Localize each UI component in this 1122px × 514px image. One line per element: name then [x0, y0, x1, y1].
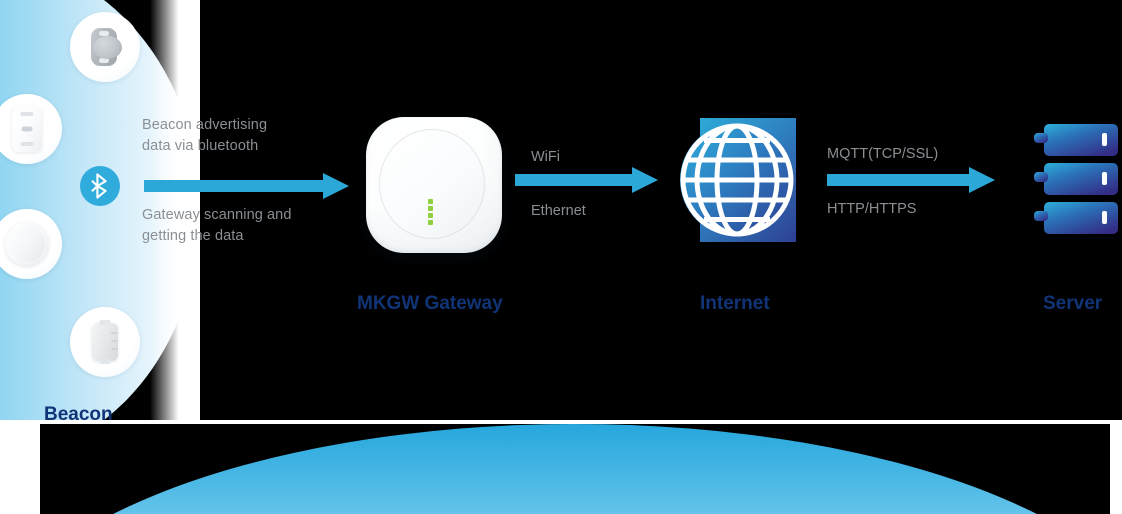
flow-internet-to-server-label-above: MQTT(TCP/SSL)	[827, 146, 939, 162]
access-point-status-leds	[428, 199, 433, 225]
rugged-industrial-beacon-icon	[89, 320, 121, 364]
arrow-internet-to-server	[827, 167, 995, 193]
bottom-dome-panel	[40, 424, 1110, 514]
bluetooth-icon	[80, 166, 120, 206]
gray-round-tag-icon	[85, 27, 125, 67]
node-label-server: Server	[1043, 293, 1103, 314]
flow-internet-to-server-label-below: HTTP/HTTPS	[827, 201, 917, 217]
flow-gateway-to-internet-label-below: Ethernet	[531, 203, 586, 219]
flow-beacon-to-gateway-label-above: Beacon advertising data via bluetooth	[142, 117, 268, 154]
dome-gradient	[40, 424, 1110, 514]
globe-icon[interactable]	[678, 116, 796, 244]
diagram-canvas: Beacon advertising data via bluetooth Ga…	[0, 0, 1122, 514]
white-card-beacon-icon	[12, 106, 42, 152]
access-point-icon[interactable]	[366, 117, 502, 253]
arrow-beacon-to-gateway	[144, 173, 349, 199]
bottom-right-margin	[1110, 424, 1122, 514]
server-rack-icon[interactable]	[1028, 118, 1122, 244]
white-disc-beacon-icon	[5, 222, 49, 266]
node-label-internet: Internet	[700, 293, 770, 314]
arrow-gateway-to-internet	[515, 167, 658, 193]
flow-beacon-to-gateway-label-below: Gateway scanning and getting the data	[142, 207, 292, 244]
node-label-gateway: MKGW Gateway	[357, 293, 503, 314]
flow-gateway-to-internet-label-above: WiFi	[531, 149, 560, 165]
beacon-round-tag[interactable]	[70, 12, 140, 82]
bottom-left-margin	[0, 424, 40, 514]
beacon-rugged[interactable]	[70, 307, 140, 377]
